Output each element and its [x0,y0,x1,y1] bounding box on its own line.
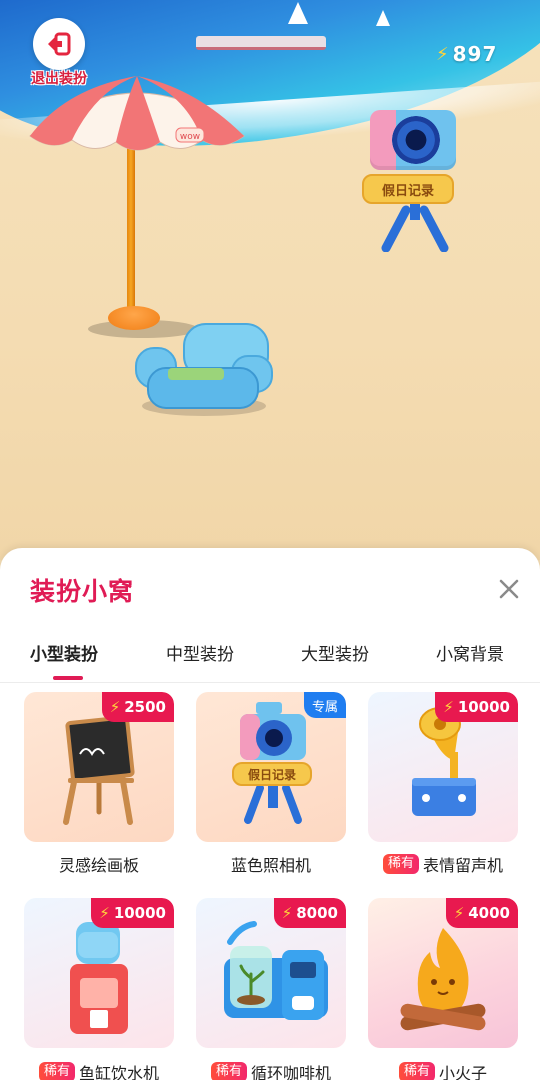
price-value: 10000 [457,698,510,716]
cruise-ship [196,36,326,50]
active-tab-indicator [53,676,83,680]
tab-small-decor[interactable]: 小型装扮 [30,640,98,665]
lightning-icon: ⚡ [281,904,293,922]
sailboat-icon [376,10,390,26]
exit-icon [48,32,71,56]
price-value: 8000 [296,904,338,922]
exclusive-badge: 专属 [303,692,346,718]
item-label: 表情留声机 [423,856,504,875]
panel-title: 装扮小窝 [30,577,135,606]
umbrella-logo-text: wow [180,132,200,142]
item-label: 蓝色照相机 [230,856,311,875]
price-value: 4000 [468,904,510,922]
price-value: 10000 [113,904,166,922]
camera-prop[interactable]: 假日记录 [362,100,462,256]
camera-lens [392,116,440,164]
item-card-campfire[interactable]: ⚡ 4000 [368,898,518,1048]
tab-background[interactable]: 小窝背景 [436,640,504,665]
lightning-icon: ⚡ [436,43,449,65]
item-label: 循环咖啡机 [251,1064,332,1080]
item-name: 蓝色照相机 [186,852,356,876]
item-name: 稀有 循环咖啡机 [186,1060,356,1080]
rare-badge: 稀有 [38,1062,75,1080]
inflatable-chair[interactable] [134,322,274,418]
lightning-icon: ⚡ [453,904,465,922]
item-card-camera[interactable]: 假日记录 专属 [196,692,346,842]
lightning-icon: ⚡ [109,698,121,716]
item-name: 稀有 鱼缸饮水机 [14,1060,184,1080]
item-name: 稀有 小火子 [358,1060,528,1080]
tab-large-decor[interactable]: 大型装扮 [301,640,369,665]
item-name: 灵感绘画板 [14,852,184,876]
price-badge: ⚡ 4000 [445,898,518,928]
price-badge: ⚡ 10000 [91,898,174,928]
tab-medium-decor[interactable]: 中型装扮 [166,640,234,665]
beach-scene: wow 假日记录 退出装扮 ⚡ 897 [0,0,540,560]
close-icon[interactable] [494,574,524,604]
price-badge: ⚡ 10000 [435,692,518,722]
item-card-gramophone[interactable]: ⚡ 10000 [368,692,518,842]
energy-counter: ⚡ 897 [436,40,497,68]
lightning-icon: ⚡ [443,698,454,716]
category-tabs: 小型装扮 中型装扮 大型装扮 小窝背景 [0,640,540,680]
price-badge: ⚡ 2500 [101,692,174,722]
beach-umbrella[interactable]: wow [26,70,248,340]
price-badge: ⚡ 8000 [273,898,346,928]
divider [0,682,540,683]
item-card-water-dispenser[interactable]: ⚡ 10000 [24,898,174,1048]
sailboat-icon [288,2,308,24]
item-label: 鱼缸饮水机 [79,1064,160,1080]
lightning-icon: ⚡ [99,904,110,922]
camera-sign: 假日记录 [232,762,312,786]
price-value: 2500 [124,698,166,716]
item-label: 灵感绘画板 [58,856,139,875]
exit-label[interactable]: 退出装扮 [22,68,96,88]
dressup-panel: 装扮小窝 小型装扮 中型装扮 大型装扮 小窝背景 ⚡ 2500 灵感绘画板 假日… [0,548,540,1080]
item-card-coffee-machine[interactable]: ⚡ 8000 [196,898,346,1048]
exit-icon-wrap[interactable] [33,18,85,70]
rare-badge: 稀有 [398,1062,435,1080]
exit-dressup-button[interactable]: 退出装扮 [28,18,90,87]
camera-sign: 假日记录 [362,174,454,204]
item-name: 稀有 表情留声机 [358,852,528,876]
tripod [381,204,449,252]
rare-badge: 稀有 [210,1062,247,1080]
energy-count: 897 [452,42,498,66]
item-label: 小火子 [439,1064,488,1080]
rare-badge: 稀有 [382,854,419,874]
item-card-easel[interactable]: ⚡ 2500 [24,692,174,842]
